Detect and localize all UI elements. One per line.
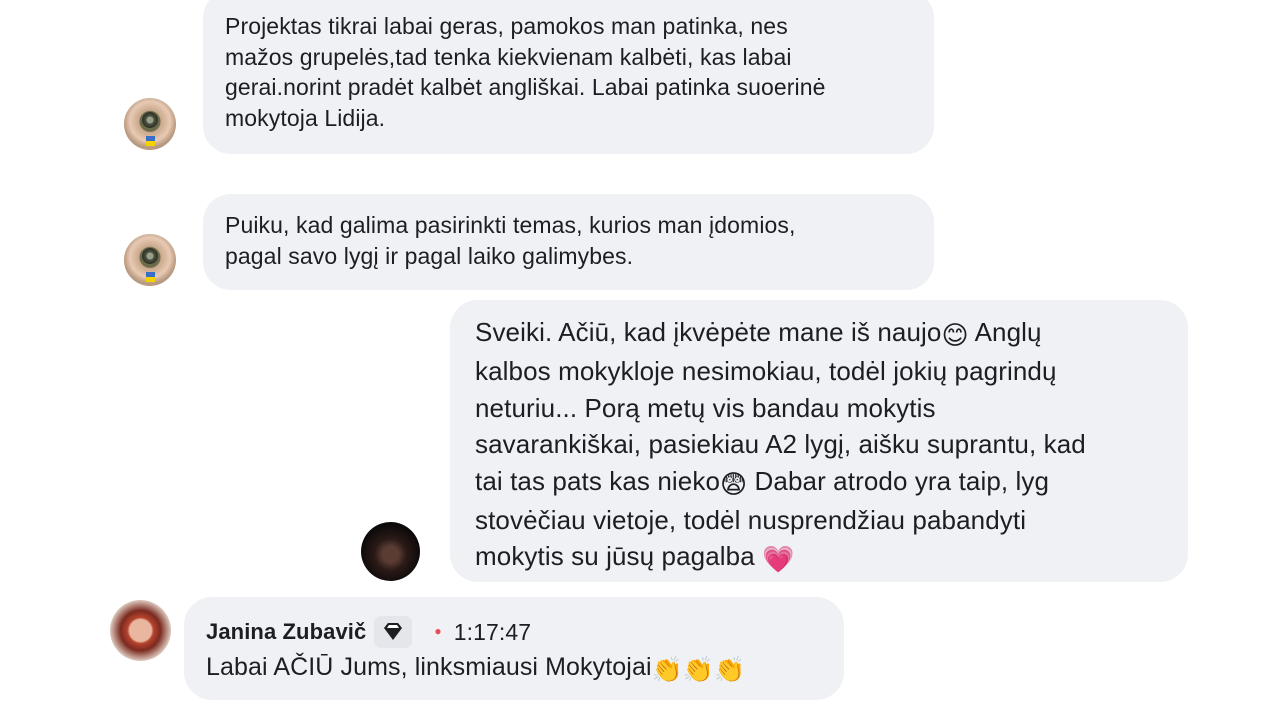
- message-text: Sveiki. Ačiū, kad įkvėpėte mane iš naujo…: [475, 314, 1164, 578]
- smiling-face-icon: 😊: [941, 320, 969, 350]
- author-name[interactable]: Janina Zubavič: [206, 617, 366, 646]
- message-bubble: Puiku, kad galima pasirinkti temas, kuri…: [203, 194, 934, 290]
- pink-heart-icon: 💗: [762, 544, 795, 575]
- message-text: Projektas tikrai labai geras, pamokos ma…: [225, 13, 826, 131]
- timestamp[interactable]: 1:17:47: [454, 617, 531, 648]
- avatar[interactable]: [110, 600, 171, 661]
- message-text: Puiku, kad galima pasirinkti temas, kuri…: [225, 212, 796, 269]
- flag-icon: [146, 272, 155, 282]
- avatar[interactable]: [124, 234, 176, 286]
- comment-bubble: Janina Zubavič ● 1:17:47 Labai AČIŪ Jums…: [184, 597, 844, 700]
- flag-icon: [146, 136, 155, 146]
- cactus-icon: [142, 112, 158, 128]
- separator-dot: ●: [434, 624, 442, 639]
- comment-text-part: Labai AČIŪ Jums, linksmiausi Mokytojai: [206, 653, 652, 681]
- clapping-hands-icon: 👏👏👏: [651, 656, 746, 684]
- comment-text: Labai AČIŪ Jums, linksmiausi Mokytojai👏👏…: [206, 651, 822, 687]
- message-bubble: Projektas tikrai labai geras, pamokos ma…: [203, 0, 934, 154]
- cactus-icon: [142, 248, 158, 264]
- avatar[interactable]: [361, 522, 420, 581]
- message-text-part: Sveiki. Ačiū, kad įkvėpėte mane iš naujo: [475, 317, 942, 347]
- diamond-icon: [374, 616, 413, 648]
- comment-header: Janina Zubavič ● 1:17:47: [206, 616, 822, 648]
- fearful-face-icon: 😨: [720, 468, 748, 499]
- message-bubble: Sveiki. Ačiū, kad įkvėpėte mane iš naujo…: [450, 300, 1188, 582]
- avatar[interactable]: [124, 98, 176, 150]
